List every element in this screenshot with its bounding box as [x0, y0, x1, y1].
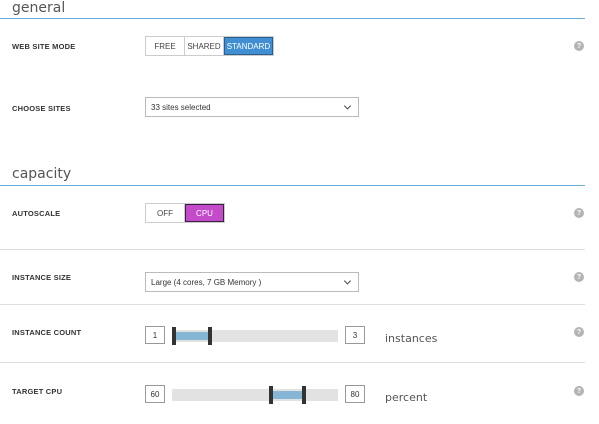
website-mode-shared-button[interactable]: SHARED: [185, 37, 224, 55]
choose-sites-value: 33 sites selected: [151, 102, 211, 112]
instance-count-slider-track[interactable]: [172, 327, 338, 345]
help-icon[interactable]: ?: [574, 327, 584, 337]
section-title-general: general: [12, 0, 66, 16]
target-cpu-unit: percent: [385, 391, 428, 404]
target-cpu-max-input[interactable]: 80: [345, 385, 365, 403]
instance-count-min-handle[interactable]: [172, 327, 176, 345]
chevron-down-icon: [343, 102, 352, 110]
website-mode-free-button[interactable]: FREE: [146, 37, 185, 55]
autoscale-cpu-button[interactable]: CPU: [185, 204, 224, 222]
help-icon[interactable]: ?: [574, 272, 584, 282]
section-divider-general: [0, 18, 585, 19]
autoscale-toggle: OFF CPU: [145, 203, 225, 223]
autoscale-off-button[interactable]: OFF: [146, 204, 185, 222]
help-icon[interactable]: ?: [574, 41, 584, 51]
target-cpu-min-handle[interactable]: [269, 386, 273, 404]
autoscale-label: AUTOSCALE: [12, 209, 61, 218]
instance-count-min-input[interactable]: 1: [145, 326, 165, 344]
website-mode-toggle: FREE SHARED STANDARD: [145, 36, 274, 56]
section-title-capacity: capacity: [12, 166, 72, 182]
help-icon[interactable]: ?: [574, 386, 584, 396]
instance-count-slider-range: [176, 332, 208, 340]
choose-sites-label: CHOOSE SITES: [12, 104, 71, 113]
instance-count-label: INSTANCE COUNT: [12, 328, 82, 337]
target-cpu-slider-track[interactable]: [172, 386, 338, 404]
row-divider: [0, 362, 585, 363]
instance-size-label: INSTANCE SIZE: [12, 273, 72, 282]
instance-count-max-handle[interactable]: [208, 327, 212, 345]
row-divider: [0, 249, 585, 250]
section-divider-capacity: [0, 185, 585, 186]
instance-size-dropdown[interactable]: Large (4 cores, 7 GB Memory ): [145, 272, 359, 292]
target-cpu-max-handle[interactable]: [302, 386, 306, 404]
instance-count-max-input[interactable]: 3: [345, 326, 365, 344]
website-mode-standard-button[interactable]: STANDARD: [224, 37, 273, 55]
website-mode-label: WEB SITE MODE: [12, 42, 76, 51]
target-cpu-slider-range: [273, 391, 302, 399]
chevron-down-icon: [343, 277, 352, 285]
choose-sites-dropdown[interactable]: 33 sites selected: [145, 97, 359, 117]
instance-size-value: Large (4 cores, 7 GB Memory ): [151, 277, 262, 287]
row-divider: [0, 304, 585, 305]
target-cpu-min-input[interactable]: 60: [145, 385, 165, 403]
target-cpu-label: TARGET CPU: [12, 387, 63, 396]
help-icon[interactable]: ?: [574, 208, 584, 218]
instance-count-unit: instances: [385, 332, 438, 345]
